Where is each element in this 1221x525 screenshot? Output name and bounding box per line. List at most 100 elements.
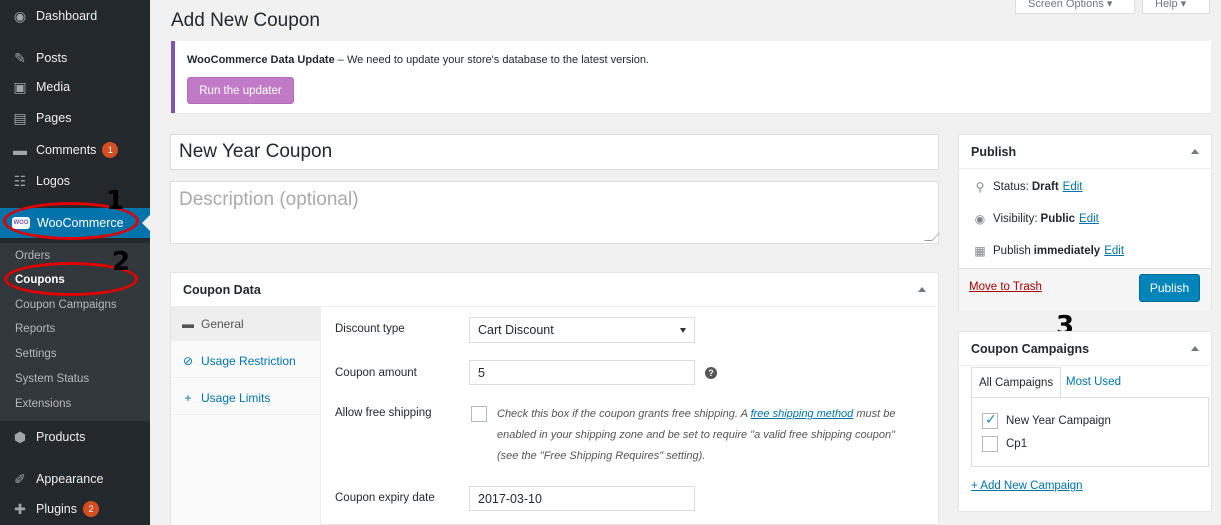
campaign-item-cp1[interactable]: Cp1 <box>982 436 1027 452</box>
campaigns-header[interactable]: Coupon Campaigns <box>959 332 1211 366</box>
ship-text-part-1: Check this box if the coupon grants free… <box>497 408 751 420</box>
publish-button[interactable]: Publish <box>1139 274 1200 302</box>
submenu-coupons[interactable]: Coupons <box>15 274 65 286</box>
free-shipping-checkbox[interactable] <box>471 406 487 422</box>
collapse-caret-icon[interactable] <box>1191 346 1199 351</box>
free-shipping-label: Allow free shipping <box>335 407 432 419</box>
submenu-settings[interactable]: Settings <box>15 348 57 360</box>
menu-label: Posts <box>36 51 68 65</box>
tab-most-used[interactable]: Most Used <box>1059 367 1128 397</box>
plugins-update-badge: 2 <box>83 501 99 517</box>
campaign-item-new-year[interactable]: ✓ New Year Campaign <box>982 411 1111 429</box>
tab-label: Usage Limits <box>201 390 271 405</box>
publish-label: Publish <box>993 245 1031 257</box>
edit-schedule-link[interactable]: Edit <box>1104 245 1124 257</box>
status-value: Draft <box>1031 181 1059 193</box>
annotation-number-1: 1 <box>106 186 125 216</box>
ticket-icon: ▬ <box>182 316 194 331</box>
menu-label: Plugins <box>36 502 77 516</box>
screen-options-tab[interactable]: Screen Options ▾ <box>1015 0 1135 14</box>
menu-item-posts[interactable]: ✎ Posts <box>0 44 150 72</box>
notice-bold: WooCommerce Data Update <box>187 54 335 66</box>
coupon-data-header[interactable]: Coupon Data <box>171 273 938 307</box>
tab-usage-restriction[interactable]: ⊘ Usage Restriction <box>171 344 321 378</box>
menu-item-comments[interactable]: ▬ Comments 1 <box>0 136 150 164</box>
campaign-label: New Year Campaign <box>1006 415 1111 427</box>
menu-label: Products <box>36 430 86 444</box>
comments-count-badge: 1 <box>102 142 119 158</box>
description-placeholder: Description (optional) <box>179 189 359 210</box>
chevron-down-icon <box>680 328 686 333</box>
menu-item-products[interactable]: ⬢ Products <box>0 423 150 451</box>
menu-item-media[interactable]: ▣ Media <box>0 73 150 101</box>
edit-visibility-link[interactable]: Edit <box>1079 213 1099 225</box>
visibility-label: Visibility: <box>993 213 1038 225</box>
submenu-system-status[interactable]: System Status <box>15 373 89 385</box>
checkmark-icon: ✓ <box>985 411 997 427</box>
coupon-data-tabs: ▬ General ⊘ Usage Restriction + Usage Li… <box>171 307 321 525</box>
comments-icon: ▬ <box>13 142 27 158</box>
campaign-tabs: All Campaigns Most Used <box>971 367 1209 397</box>
submenu-orders[interactable]: Orders <box>15 250 50 262</box>
discount-type-select[interactable]: Cart Discount <box>469 317 695 343</box>
menu-item-appearance[interactable]: ✐ Appearance <box>0 465 150 493</box>
discount-type-label: Discount type <box>335 323 405 335</box>
free-shipping-method-link[interactable]: free shipping method <box>751 408 854 420</box>
menu-label: Pages <box>36 111 72 125</box>
publish-status-row: ⚲ Status: Draft Edit <box>971 180 1083 194</box>
status-label: Status: <box>993 181 1029 193</box>
expiry-date-input[interactable]: 2017-03-10 <box>469 486 695 511</box>
menu-item-dashboard[interactable]: ◉ Dashboard <box>0 2 150 30</box>
notice-text: WooCommerce Data Update – We need to upd… <box>187 54 649 66</box>
submenu-extensions[interactable]: Extensions <box>15 398 71 410</box>
campaign-checkbox[interactable] <box>982 436 998 452</box>
publish-actions: Move to Trash Publish <box>959 268 1211 310</box>
free-shipping-description: Check this box if the coupon grants free… <box>497 404 917 467</box>
menu-item-logos[interactable]: ☷ Logos <box>0 167 150 195</box>
calendar-icon: ▦ <box>974 244 986 258</box>
brush-icon: ✐ <box>14 470 26 487</box>
page-title: Add New Coupon <box>171 10 320 31</box>
help-tab[interactable]: Help ▾ <box>1142 0 1210 14</box>
collapse-caret-icon[interactable] <box>918 287 926 292</box>
coupon-amount-label: Coupon amount <box>335 367 417 379</box>
coupon-description-input[interactable]: Description (optional) <box>170 181 940 244</box>
coupon-title-input[interactable]: New Year Coupon <box>170 134 939 170</box>
restriction-icon: ⊘ <box>182 353 194 368</box>
run-updater-button[interactable]: Run the updater <box>187 77 294 104</box>
tab-all-campaigns[interactable]: All Campaigns <box>971 367 1062 397</box>
campaign-checkbox-checked[interactable]: ✓ <box>982 411 998 429</box>
resize-grip-icon[interactable] <box>924 233 940 241</box>
discount-type-value: Cart Discount <box>478 323 554 337</box>
plugin-icon: ✚ <box>14 500 26 517</box>
menu-label: Logos <box>36 174 71 188</box>
move-to-trash-link[interactable]: Move to Trash <box>969 281 1042 293</box>
menu-item-woocommerce[interactable]: WOO WooCommerce <box>0 208 150 238</box>
menu-item-pages[interactable]: ▤ Pages <box>0 104 150 132</box>
pin-icon: ✎ <box>14 49 26 66</box>
edit-status-link[interactable]: Edit <box>1063 181 1083 193</box>
add-new-campaign-link[interactable]: + Add New Campaign <box>971 480 1083 492</box>
submenu-coupon-campaigns[interactable]: Coupon Campaigns <box>15 299 117 311</box>
publish-header[interactable]: Publish <box>959 135 1211 169</box>
logos-icon: ☷ <box>13 172 27 189</box>
submenu-reports[interactable]: Reports <box>15 323 55 335</box>
media-icon: ▣ <box>13 78 27 95</box>
pin-icon: ⚲ <box>975 180 985 194</box>
tab-usage-limits[interactable]: + Usage Limits <box>171 381 321 415</box>
help-tip-icon[interactable]: ? <box>705 367 717 379</box>
pages-icon: ▤ <box>13 109 27 126</box>
menu-label: Comments <box>36 143 97 157</box>
tab-general[interactable]: ▬ General <box>171 307 321 341</box>
publish-visibility-row: ◉ Visibility: Public Edit <box>971 212 1099 226</box>
coupon-amount-input[interactable]: 5 <box>469 360 695 385</box>
menu-label: Dashboard <box>36 9 98 23</box>
collapse-caret-icon[interactable] <box>1191 149 1199 154</box>
eye-icon: ◉ <box>974 212 986 226</box>
tab-label: Usage Restriction <box>201 353 296 368</box>
coupon-data-title: Coupon Data <box>183 282 261 297</box>
plus-icon: + <box>184 390 192 405</box>
menu-item-plugins[interactable]: ✚ Plugins 2 <box>0 495 150 523</box>
publish-schedule-row: ▦ Publish immediately Edit <box>971 244 1124 258</box>
products-icon: ⬢ <box>13 428 27 445</box>
